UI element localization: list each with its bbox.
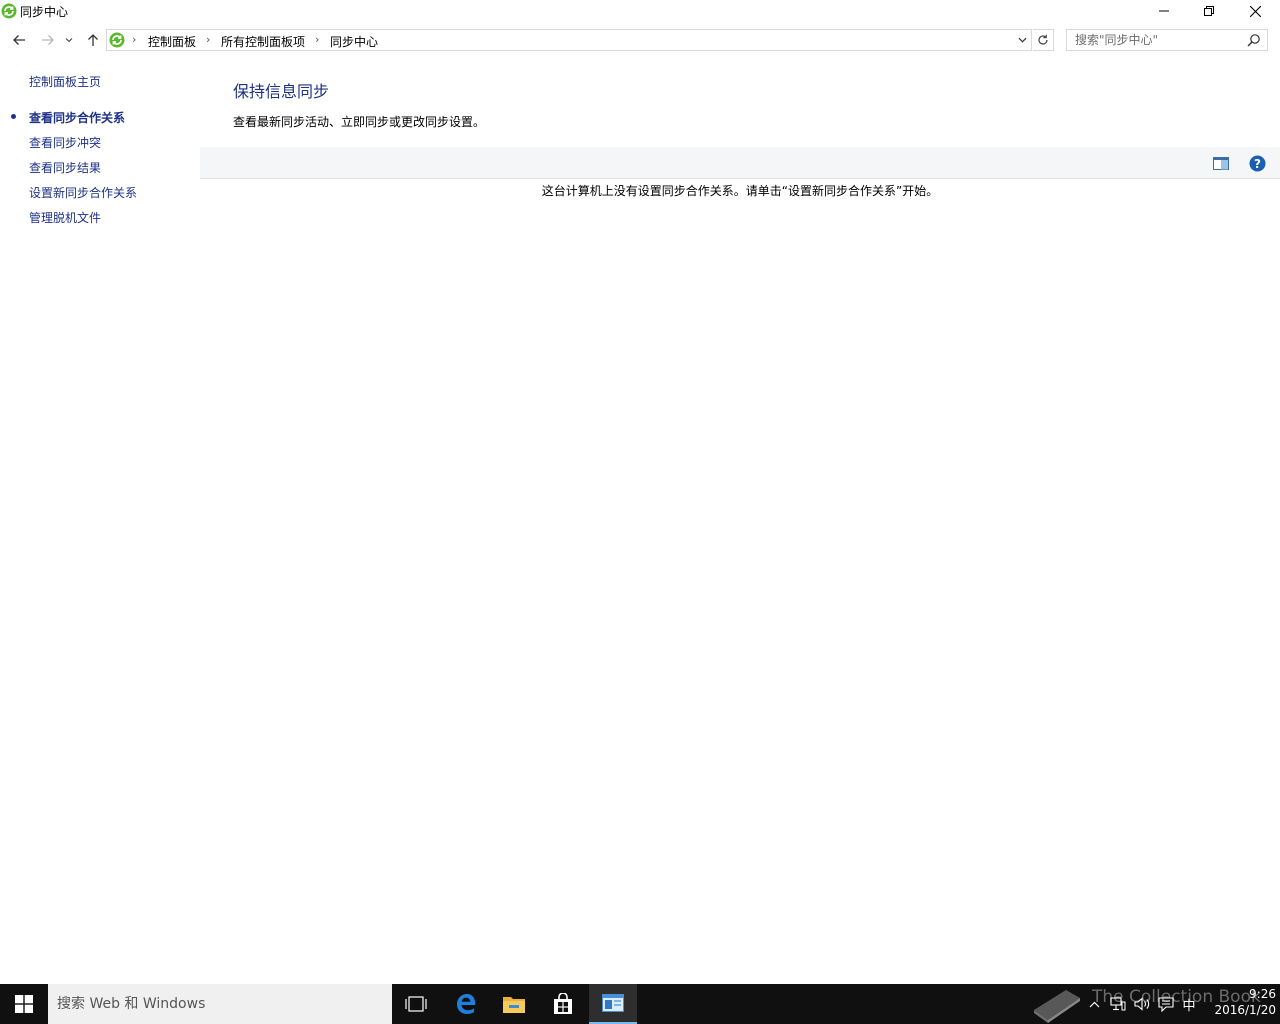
details-pane-button[interactable] xyxy=(1212,154,1230,172)
close-icon xyxy=(1249,5,1261,17)
no-partnerships-message: 这台计算机上没有设置同步合作关系。请单击“设置新同步合作关系”开始。 xyxy=(541,184,939,198)
restore-button[interactable] xyxy=(1186,0,1232,22)
view-sync-results-link[interactable]: 查看同步结果 xyxy=(29,159,101,176)
breadcrumb-separator-icon[interactable]: › xyxy=(206,33,210,46)
folder-icon xyxy=(503,997,525,1013)
speaker-icon xyxy=(1133,997,1149,1011)
control-panel-taskbar-button[interactable] xyxy=(589,984,637,1024)
navigation-bar: › 控制面板 › 所有控制面板项 › 同步中心 xyxy=(0,27,1280,53)
chevron-up-icon xyxy=(1089,1001,1099,1007)
network-icon xyxy=(1110,997,1126,1011)
task-view-icon xyxy=(405,996,427,1012)
page-description: 查看最新同步活动、立即同步或更改同步设置。 xyxy=(233,115,486,129)
sync-center-icon xyxy=(1,3,17,19)
chevron-down-icon xyxy=(1018,37,1026,43)
control-panel-icon xyxy=(602,994,624,1012)
up-arrow-icon xyxy=(88,34,98,46)
search-input[interactable] xyxy=(1067,30,1243,50)
recent-locations-button[interactable] xyxy=(62,29,76,51)
view-sync-conflicts-link[interactable]: 查看同步冲突 xyxy=(29,134,101,151)
file-explorer-button[interactable] xyxy=(490,984,538,1024)
clock-time: 9:26 xyxy=(1249,987,1276,1001)
page-title: 保持信息同步 xyxy=(233,82,330,101)
minimize-button[interactable] xyxy=(1141,0,1187,22)
back-arrow-icon xyxy=(13,35,25,45)
preview-pane-icon xyxy=(1213,156,1229,170)
refresh-button[interactable] xyxy=(1033,29,1054,51)
taskbar-search-input[interactable] xyxy=(48,984,392,1024)
store-button[interactable] xyxy=(539,984,587,1024)
taskbar-clock[interactable]: 9:26 2016/1/20 xyxy=(1200,986,1276,1018)
book-logo-icon xyxy=(1034,990,1080,1023)
breadcrumb-separator-icon[interactable]: › xyxy=(315,33,319,46)
action-center-button[interactable] xyxy=(1156,984,1176,1024)
input-method-indicator[interactable]: 中 xyxy=(1180,984,1198,1024)
clock-date: 2016/1/20 xyxy=(1214,1003,1276,1017)
taskbar: The Collection Book 中 9:26 2016/1/20 xyxy=(0,984,1280,1024)
sync-center-window: 同步中心 › 控制面板 › 所有控制面板项 › 同步中心 搜索"同步中心" 控制… xyxy=(0,0,1280,984)
sync-center-icon xyxy=(109,32,125,48)
restore-icon xyxy=(1204,6,1214,16)
edge-icon xyxy=(457,994,476,1014)
store-bag-icon xyxy=(554,993,572,1014)
breadcrumb-control-panel[interactable]: 控制面板 xyxy=(148,33,196,50)
breadcrumb-separator-icon[interactable]: › xyxy=(132,33,136,46)
start-button[interactable] xyxy=(0,984,48,1024)
view-sync-partnerships-link[interactable]: 查看同步合作关系 xyxy=(29,109,125,126)
show-hidden-icons-button[interactable] xyxy=(1086,984,1102,1024)
control-panel-home-link[interactable]: 控制面板主页 xyxy=(29,73,101,90)
title-bar: 同步中心 xyxy=(0,0,1280,22)
up-button[interactable] xyxy=(83,29,103,51)
network-tray-button[interactable] xyxy=(1108,984,1128,1024)
svg-text:?: ? xyxy=(1254,157,1261,171)
search-box[interactable] xyxy=(1066,29,1268,51)
help-button[interactable]: ? xyxy=(1248,154,1266,172)
refresh-icon xyxy=(1038,34,1048,45)
task-view-button[interactable] xyxy=(392,984,440,1024)
forward-arrow-icon xyxy=(42,35,54,45)
back-button[interactable] xyxy=(9,29,29,51)
notification-icon xyxy=(1158,996,1174,1012)
chevron-down-icon xyxy=(65,38,73,43)
address-history-dropdown[interactable] xyxy=(1015,33,1029,47)
search-icon[interactable] xyxy=(1247,33,1261,47)
close-button[interactable] xyxy=(1232,0,1278,22)
window-title: 同步中心 xyxy=(20,5,69,19)
windows-logo-icon xyxy=(15,995,33,1013)
breadcrumb-sync-center[interactable]: 同步中心 xyxy=(330,33,378,50)
set-up-new-sync-partnership-link[interactable]: 设置新同步合作关系 xyxy=(29,184,137,201)
minimize-icon xyxy=(1159,10,1169,12)
edge-browser-button[interactable] xyxy=(442,984,490,1024)
taskbar-search-box[interactable] xyxy=(48,984,392,1024)
command-toolbar: ? xyxy=(200,147,1280,179)
help-icon: ? xyxy=(1249,155,1265,171)
manage-offline-files-link[interactable]: 管理脱机文件 xyxy=(29,209,101,226)
address-bar[interactable]: › 控制面板 › 所有控制面板项 › 同步中心 xyxy=(106,29,1032,51)
forward-button[interactable] xyxy=(38,29,58,51)
breadcrumb-all-items[interactable]: 所有控制面板项 xyxy=(221,33,305,50)
volume-tray-button[interactable] xyxy=(1132,984,1152,1024)
selected-bullet-icon xyxy=(11,114,16,119)
